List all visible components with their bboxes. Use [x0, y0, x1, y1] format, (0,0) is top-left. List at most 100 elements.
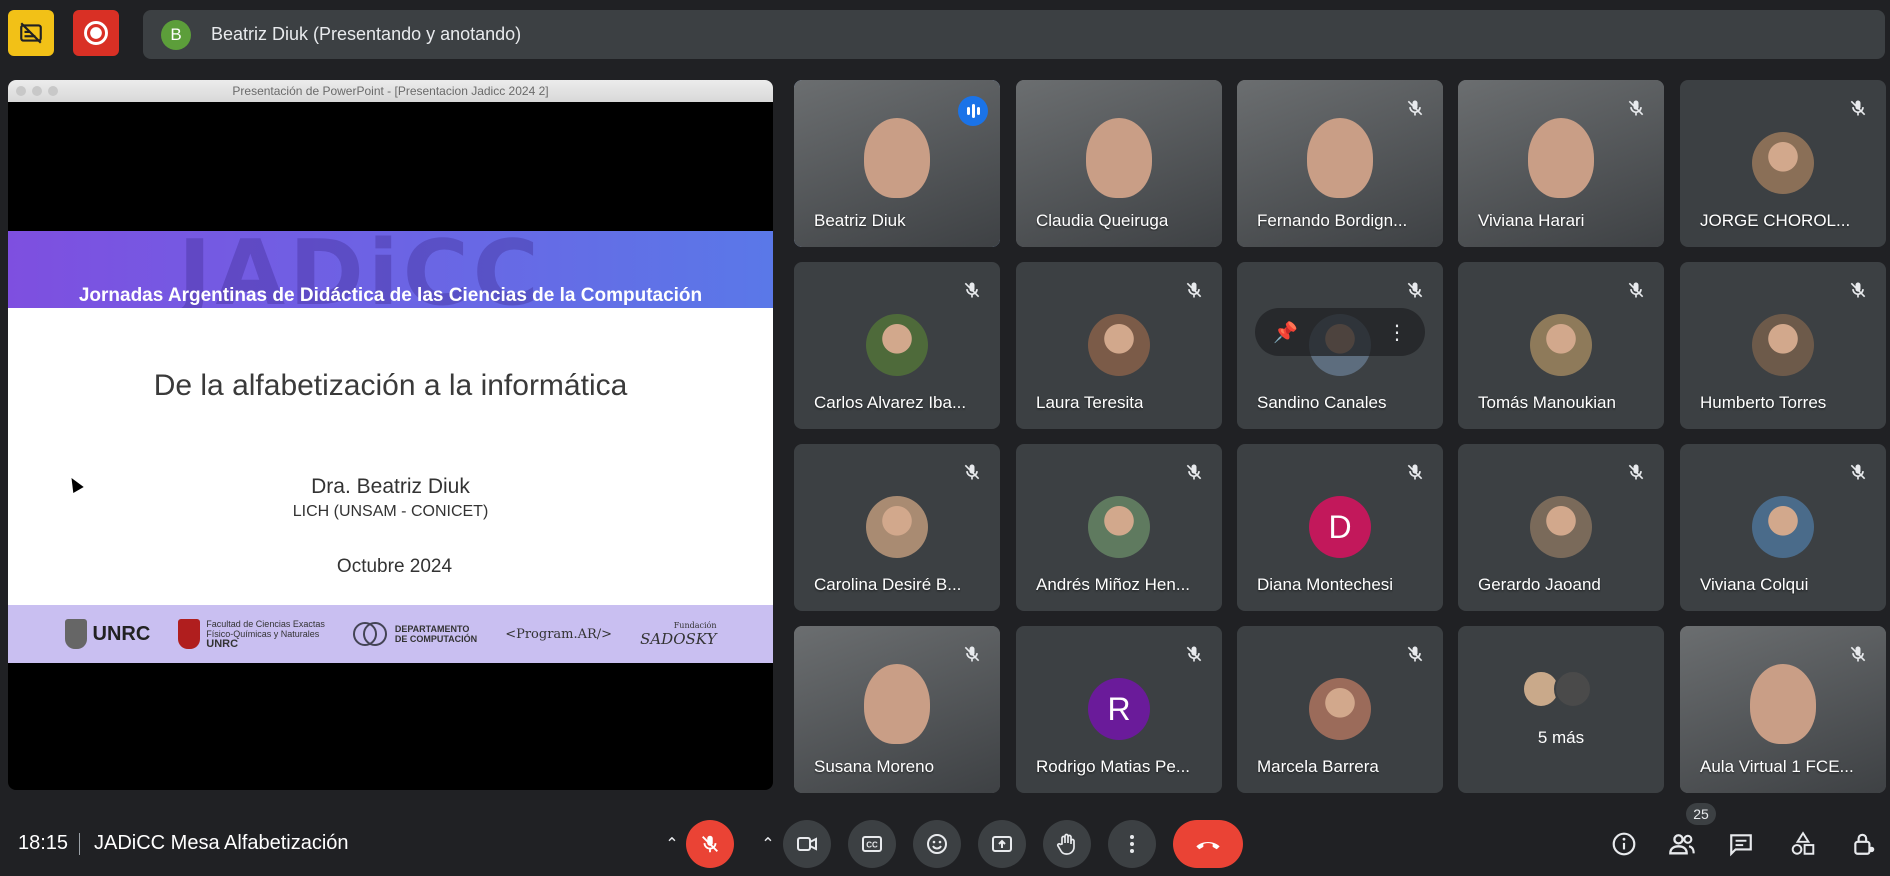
record-icon — [84, 21, 108, 45]
slide-affiliation: LICH (UNSAM - CONICET) — [292, 503, 489, 520]
slide: JADiCC Jornadas Argentinas de Didáctica … — [8, 231, 773, 663]
participant-tile[interactable]: 📌 ⋮ Sandino Canales — [1237, 262, 1443, 429]
mic-off-icon — [1186, 464, 1202, 480]
presenter-banner[interactable]: B Beatriz Diuk (Presentando y anotando) — [143, 10, 1885, 59]
speaking-indicator-icon — [958, 96, 988, 126]
video-face — [864, 664, 930, 744]
mic-off-icon — [1850, 282, 1866, 298]
participant-tile[interactable]: Viviana Harari — [1458, 80, 1664, 247]
participant-tile[interactable]: JORGE CHOROL... — [1680, 80, 1886, 247]
participant-avatar — [1309, 678, 1371, 740]
mic-off-icon — [1407, 464, 1423, 480]
recording-button[interactable] — [73, 10, 119, 56]
participant-avatar — [1088, 314, 1150, 376]
participant-avatar — [866, 314, 928, 376]
participant-avatar — [1752, 496, 1814, 558]
captions-off-button[interactable] — [8, 10, 54, 56]
presenter-label: Beatriz Diuk (Presentando y anotando) — [211, 24, 522, 44]
clock: 18:15 — [18, 832, 69, 854]
participant-tile[interactable]: Laura Teresita — [1016, 262, 1222, 429]
participant-tile[interactable]: Marcela Barrera — [1237, 626, 1443, 793]
participant-avatar: D — [1309, 496, 1371, 558]
participant-avatar — [1088, 496, 1150, 558]
activities-button[interactable] — [1787, 828, 1819, 860]
audio-options-chevron-icon[interactable]: ⌃ — [655, 820, 689, 868]
captions-button[interactable]: CC — [848, 820, 896, 868]
mic-off-icon — [1628, 282, 1644, 298]
participant-tile[interactable]: Tomás Manoukian — [1458, 262, 1664, 429]
participant-tile[interactable]: Aula Virtual 1 FCE... — [1680, 626, 1886, 793]
participant-name: Laura Teresita — [1036, 393, 1144, 412]
participant-name: Andrés Miñoz Hen... — [1036, 575, 1191, 594]
participant-avatar: R — [1088, 678, 1150, 740]
reactions-button[interactable] — [913, 820, 961, 868]
participant-name: Fernando Bordign... — [1257, 211, 1408, 230]
participant-name: Viviana Harari — [1478, 211, 1585, 230]
video-face — [1750, 664, 1816, 744]
svg-text:CC: CC — [866, 841, 878, 850]
more-vert-icon[interactable]: ⋮ — [1387, 320, 1407, 345]
people-button[interactable] — [1666, 828, 1698, 860]
camera-toggle-button[interactable] — [783, 820, 831, 868]
more-vert-icon — [1130, 835, 1134, 853]
fundacion-sadosky-logo: Fundación SADOSKY — [640, 620, 717, 648]
mic-off-icon — [1628, 100, 1644, 116]
host-controls-button[interactable] — [1848, 828, 1880, 860]
mic-off-icon — [964, 646, 980, 662]
closed-captions-icon: CC — [862, 836, 882, 852]
participant-tile[interactable]: Susana Moreno — [794, 626, 1000, 793]
mic-off-icon — [1628, 464, 1644, 480]
mic-off-icon — [702, 835, 718, 853]
participant-tile[interactable]: R Rodrigo Matias Pe... — [1016, 626, 1222, 793]
present-screen-icon — [992, 836, 1012, 852]
video-options-chevron-icon[interactable]: ⌃ — [751, 820, 785, 868]
video-face — [1086, 118, 1152, 198]
top-bar: B Beatriz Diuk (Presentando y anotando) — [0, 0, 1890, 70]
tile-hover-controls[interactable]: 📌 ⋮ — [1255, 308, 1425, 356]
participant-name: Susana Moreno — [814, 757, 935, 776]
slide-header: JADiCC Jornadas Argentinas de Didáctica … — [8, 231, 773, 308]
present-screen-button[interactable] — [978, 820, 1026, 868]
lock-person-icon — [1854, 833, 1875, 855]
mic-off-icon — [1850, 646, 1866, 662]
leave-call-button[interactable] — [1173, 820, 1243, 868]
participant-name: Rodrigo Matias Pe... — [1036, 757, 1191, 776]
mic-toggle-button[interactable] — [686, 820, 734, 868]
participant-name: JORGE CHOROL... — [1700, 211, 1851, 230]
pin-icon[interactable]: 📌 — [1273, 320, 1298, 345]
camera-icon — [797, 837, 817, 851]
more-options-button[interactable] — [1108, 820, 1156, 868]
people-icon — [1669, 834, 1695, 855]
mic-off-icon — [1850, 100, 1866, 116]
divider — [79, 833, 80, 855]
participant-name: Viviana Colqui — [1700, 575, 1809, 594]
mic-off-icon — [964, 464, 980, 480]
participant-tile[interactable]: Fernando Bordign... — [1237, 80, 1443, 247]
chat-button[interactable] — [1725, 828, 1757, 860]
participant-tile[interactable]: Carlos Alvarez Iba... — [794, 262, 1000, 429]
participant-tile[interactable]: Claudia Queiruga — [1016, 80, 1222, 247]
participant-name: Beatriz Diuk — [814, 211, 906, 230]
participant-name: Tomás Manoukian — [1478, 393, 1616, 412]
meeting-details-button[interactable] — [1608, 828, 1640, 860]
mic-off-icon — [1407, 100, 1423, 116]
participant-tile[interactable]: Beatriz Diuk — [794, 80, 1000, 247]
facultad-logo: Facultad de Ciencias Exactas Físico-Quími… — [178, 619, 325, 650]
participant-avatar — [1752, 314, 1814, 376]
participant-tile[interactable]: Gerardo Jaoand — [1458, 444, 1664, 611]
shared-screen[interactable]: Presentación de PowerPoint - [Presentaci… — [8, 80, 773, 790]
bottom-bar: 18:15 JADiCC Mesa Alfabetización ⌃ ⌃ CC … — [0, 800, 1890, 876]
participant-tile[interactable]: 5 más — [1458, 626, 1664, 793]
participant-tile[interactable]: Viviana Colqui — [1680, 444, 1886, 611]
depto-computacion-logo: DEPARTAMENTO DE COMPUTACIÓN — [352, 619, 477, 649]
participant-tile[interactable]: Carolina Desiré B... — [794, 444, 1000, 611]
participant-tile[interactable]: Andrés Miñoz Hen... — [1016, 444, 1222, 611]
chat-icon — [1730, 834, 1752, 857]
slide-title: De la alfabetización a la informática — [153, 369, 628, 402]
participant-name: Carlos Alvarez Iba... — [814, 393, 967, 412]
participant-tile[interactable]: Humberto Torres — [1680, 262, 1886, 429]
participant-tile[interactable]: D Diana Montechesi — [1237, 444, 1443, 611]
more-participants-avatars — [1522, 670, 1592, 708]
raise-hand-button[interactable] — [1043, 820, 1091, 868]
video-face — [1528, 118, 1594, 198]
